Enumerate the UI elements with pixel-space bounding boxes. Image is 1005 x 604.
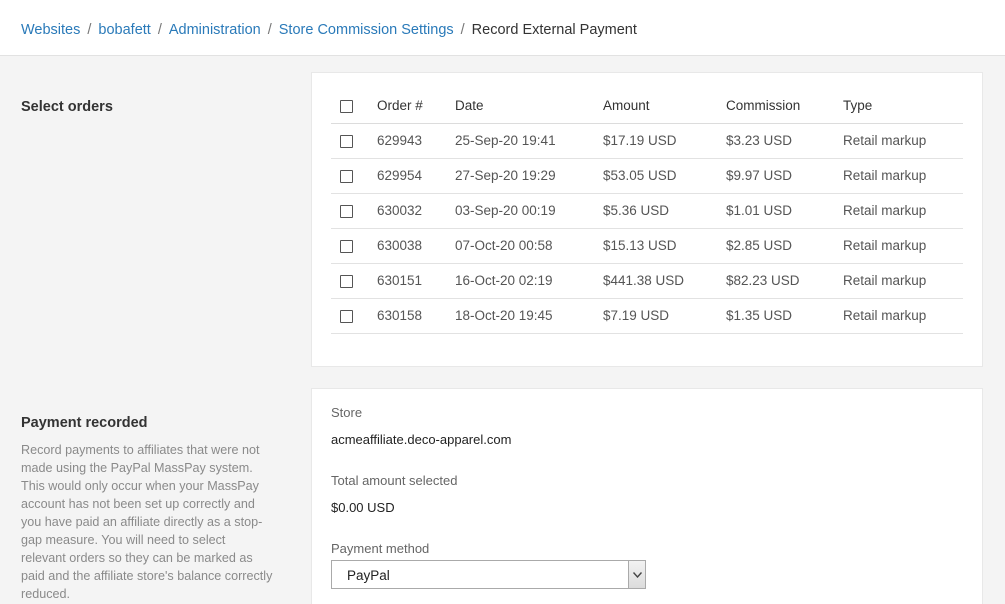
payment-card: Store acmeaffiliate.deco-apparel.com Tot… (311, 388, 983, 604)
row-check-cell (331, 193, 377, 229)
table-row: 629943 25-Sep-20 19:41 $17.19 USD $3.23 … (331, 123, 963, 159)
breadcrumb-separator: / (460, 22, 465, 38)
table-row: 630038 07-Oct-20 00:58 $15.13 USD $2.85 … (331, 228, 963, 264)
select-orders-heading: Select orders (21, 99, 113, 115)
order-number: 630151 (377, 263, 455, 299)
order-date: 18-Oct-20 19:45 (455, 298, 603, 334)
row-checkbox[interactable] (340, 274, 353, 288)
order-number: 629943 (377, 123, 455, 159)
order-commission: $3.23 USD (726, 123, 843, 159)
chevron-down-icon[interactable] (628, 561, 645, 588)
order-commission: $1.01 USD (726, 193, 843, 229)
total-amount-label: Total amount selected (331, 473, 458, 488)
breadcrumb-link-bobafett[interactable]: bobafett (98, 22, 150, 38)
column-header-date: Date (455, 88, 603, 124)
order-commission: $1.35 USD (726, 298, 843, 334)
breadcrumb-link-store-commission-settings[interactable]: Store Commission Settings (279, 22, 454, 38)
breadcrumb-link-administration[interactable]: Administration (169, 22, 261, 38)
order-amount: $7.19 USD (603, 298, 726, 334)
payment-method-select[interactable]: PayPal (331, 560, 646, 589)
row-checkbox[interactable] (340, 204, 353, 218)
orders-table-header: Order # Date Amount Commission Type (331, 88, 963, 124)
store-value: acmeaffiliate.deco-apparel.com (331, 432, 512, 447)
order-commission: $2.85 USD (726, 228, 843, 264)
select-all-cell (331, 88, 377, 124)
order-date: 03-Sep-20 00:19 (455, 193, 603, 229)
order-amount: $53.05 USD (603, 158, 726, 194)
table-row: 630151 16-Oct-20 02:19 $441.38 USD $82.2… (331, 263, 963, 299)
payment-help-text: Record payments to affiliates that were … (21, 443, 273, 601)
payment-method-value: PayPal (347, 568, 390, 583)
order-type: Retail markup (843, 193, 963, 229)
column-header-amount: Amount (603, 88, 726, 124)
order-amount: $17.19 USD (603, 123, 726, 159)
orders-card: Order # Date Amount Commission Type 6299… (311, 72, 983, 367)
breadcrumb-current-page: Record External Payment (471, 22, 637, 38)
row-check-cell (331, 158, 377, 194)
table-row: 630032 03-Sep-20 00:19 $5.36 USD $1.01 U… (331, 193, 963, 229)
order-amount: $5.36 USD (603, 193, 726, 229)
store-label: Store (331, 405, 363, 420)
row-check-cell (331, 123, 377, 159)
order-type: Retail markup (843, 263, 963, 299)
table-row: 629954 27-Sep-20 19:29 $53.05 USD $9.97 … (331, 158, 963, 194)
breadcrumb-separator: / (87, 22, 92, 38)
order-type: Retail markup (843, 298, 963, 334)
order-commission: $9.97 USD (726, 158, 843, 194)
page: Websites / bobafett / Administration / S… (0, 0, 1005, 604)
row-check-cell (331, 228, 377, 264)
breadcrumb-separator: / (267, 22, 272, 38)
table-row: 630158 18-Oct-20 19:45 $7.19 USD $1.35 U… (331, 298, 963, 334)
breadcrumb-link-websites[interactable]: Websites (21, 22, 80, 38)
select-all-checkbox[interactable] (340, 99, 353, 113)
payment-method-label: Payment method (331, 541, 430, 556)
order-date: 07-Oct-20 00:58 (455, 228, 603, 264)
order-number: 630038 (377, 228, 455, 264)
column-header-order: Order # (377, 88, 455, 124)
breadcrumb: Websites / bobafett / Administration / S… (21, 22, 637, 38)
order-type: Retail markup (843, 158, 963, 194)
order-number: 630158 (377, 298, 455, 334)
row-checkbox[interactable] (340, 134, 353, 148)
order-type: Retail markup (843, 123, 963, 159)
top-bar: Websites / bobafett / Administration / S… (0, 0, 1005, 56)
column-header-commission: Commission (726, 88, 843, 124)
row-check-cell (331, 298, 377, 334)
order-amount: $15.13 USD (603, 228, 726, 264)
breadcrumb-separator: / (157, 22, 162, 38)
row-checkbox[interactable] (340, 309, 353, 323)
order-date: 25-Sep-20 19:41 (455, 123, 603, 159)
payment-recorded-heading: Payment recorded (21, 415, 148, 431)
order-date: 27-Sep-20 19:29 (455, 158, 603, 194)
column-header-type: Type (843, 88, 963, 124)
order-number: 629954 (377, 158, 455, 194)
row-checkbox[interactable] (340, 169, 353, 183)
order-date: 16-Oct-20 02:19 (455, 263, 603, 299)
row-checkbox[interactable] (340, 239, 353, 253)
order-type: Retail markup (843, 228, 963, 264)
order-commission: $82.23 USD (726, 263, 843, 299)
total-amount-value: $0.00 USD (331, 500, 395, 515)
order-number: 630032 (377, 193, 455, 229)
order-amount: $441.38 USD (603, 263, 726, 299)
row-check-cell (331, 263, 377, 299)
orders-table: Order # Date Amount Commission Type 6299… (331, 88, 963, 334)
